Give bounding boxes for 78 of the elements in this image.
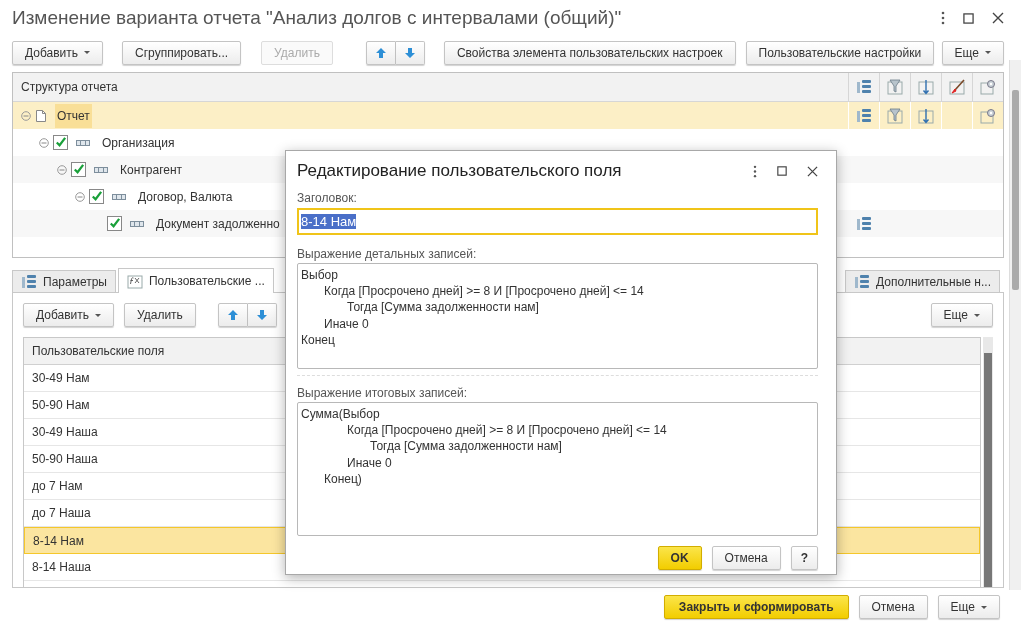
field-icon	[112, 193, 126, 200]
sort-icon	[918, 79, 934, 95]
scrollbar[interactable]	[983, 337, 993, 587]
document-icon	[35, 108, 47, 123]
cancel-button[interactable]: Отмена	[858, 595, 928, 619]
field-icon	[130, 220, 144, 227]
collapse-icon[interactable]	[39, 137, 49, 148]
gear-icon	[980, 79, 996, 95]
table-icon	[856, 215, 872, 232]
expression-field[interactable]: Выбор Когда [Просрочено дней] >= 8 И [Просрочено дней] <= 14 Тогда [Сумма задолженности нам] Иначе 0 Конец	[297, 263, 818, 369]
arrow-up-icon	[374, 46, 387, 59]
table-icon	[854, 273, 871, 290]
filter-icon	[887, 79, 903, 95]
table-icon	[856, 79, 872, 95]
collapse-icon[interactable]	[57, 164, 67, 175]
arrow-down-icon	[403, 46, 416, 59]
tree-item-label[interactable]: Документ задолженно	[154, 211, 282, 236]
close-and-run-button[interactable]: Закрыть и сформировать	[663, 595, 849, 619]
caret-icon	[974, 313, 980, 317]
help-button[interactable]: ?	[790, 546, 818, 570]
tree-item-label[interactable]: Организация	[100, 130, 177, 155]
caret-icon	[95, 313, 102, 317]
more-icon[interactable]	[753, 164, 757, 178]
move-down-button[interactable]	[395, 40, 425, 65]
field-icon	[76, 139, 90, 146]
title-input[interactable]: 8-14 Нам	[297, 208, 818, 235]
tree-item-label[interactable]: Договор, Валюта	[136, 184, 235, 209]
gear-icon	[980, 107, 996, 124]
more-button[interactable]: Еще	[941, 40, 1004, 65]
checkbox[interactable]	[89, 189, 104, 204]
add-button[interactable]: Добавить	[23, 303, 115, 327]
more-button[interactable]: Еще	[937, 595, 1000, 619]
arrow-up-icon	[226, 309, 239, 321]
tab[interactable]: Параметры	[12, 270, 116, 292]
more-button[interactable]: Еще	[930, 303, 993, 327]
move-up-button[interactable]	[365, 40, 396, 65]
field-label: Выражение детальных записей:	[297, 247, 478, 263]
caret-icon	[84, 51, 91, 54]
tab[interactable]: Дополнительные н...	[845, 270, 1000, 292]
move-down-button[interactable]	[247, 303, 277, 327]
checkbox[interactable]	[107, 216, 122, 231]
column-header: Структура отчета	[20, 79, 119, 96]
toolbar-button[interactable]: Свойства элемента пользовательских настроек	[443, 40, 736, 65]
sort-icon	[918, 107, 934, 124]
filter-icon	[887, 107, 903, 124]
cancel-button[interactable]: Отмена	[711, 546, 781, 570]
scrollbar[interactable]	[1009, 60, 1021, 590]
move-up-button[interactable]	[217, 303, 248, 327]
collapse-icon[interactable]	[21, 110, 31, 121]
dialog-title: Редактирование пользовательского поля	[297, 161, 622, 181]
table-icon	[21, 273, 37, 290]
toolbar-button[interactable]: Сгруппировать...	[122, 40, 242, 65]
caret-icon	[985, 51, 991, 54]
arrow-down-icon	[255, 309, 268, 321]
toolbar-button[interactable]: Пользовательские настройки	[745, 40, 935, 65]
collapse-icon[interactable]	[75, 191, 85, 202]
tree-item-label[interactable]: Отчет	[55, 103, 92, 128]
close-icon[interactable]	[807, 165, 818, 177]
more-icon[interactable]	[941, 11, 945, 25]
close-icon[interactable]	[992, 12, 1004, 24]
ok-button[interactable]: OK	[657, 546, 702, 570]
tree-item-label[interactable]: Контрагент	[118, 157, 185, 182]
window-title: Изменение варианта отчета "Анализ долгов с интервалами (общий)"	[12, 7, 622, 29]
table-icon	[856, 107, 872, 124]
checkbox[interactable]	[53, 135, 68, 150]
field-icon	[94, 166, 108, 173]
brush-icon	[949, 79, 965, 95]
field-label: Заголовок:	[297, 191, 358, 207]
field-label: Выражение итоговых записей:	[297, 386, 468, 402]
tab[interactable]: Пользовательские ...	[117, 268, 274, 293]
maximize-icon[interactable]	[963, 12, 974, 24]
maximize-icon[interactable]	[777, 166, 787, 176]
formula-icon	[126, 273, 143, 289]
checkbox[interactable]	[71, 162, 86, 177]
expression-field[interactable]: Сумма(Выбор Когда [Просрочено дней] >= 8 И [Просрочено дней] <= 14 Тогда [Сумма задолженности нам] Иначе 0 Конец)	[297, 402, 818, 536]
add-button[interactable]: Добавить	[12, 40, 104, 65]
toolbar-button[interactable]: Удалить	[124, 303, 196, 327]
caret-icon	[981, 605, 987, 609]
